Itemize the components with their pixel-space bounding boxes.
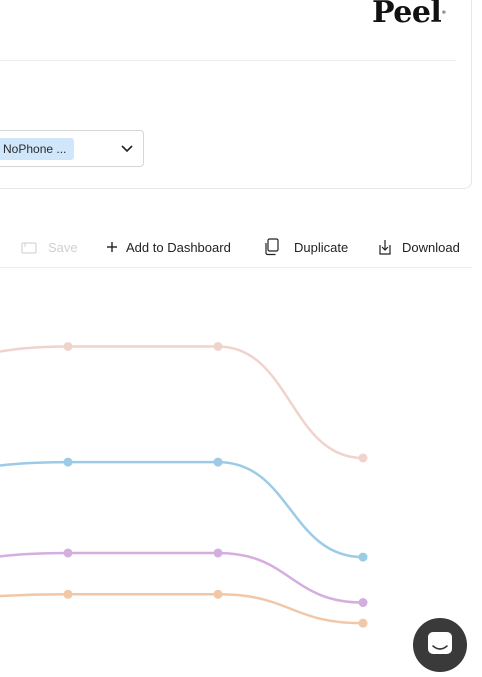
data-point-s2-3[interactable] (213, 457, 223, 467)
toolbar: Save Add to Dashboard Duplicate Download (0, 229, 472, 265)
data-point-s2-2[interactable] (63, 457, 73, 467)
copy-icon (265, 238, 279, 256)
segment-select[interactable]: NoPhone ... (0, 130, 144, 167)
download-label: Download (402, 239, 460, 255)
peel-logo: Peel® (372, 0, 446, 30)
duplicate-button[interactable]: Duplicate (264, 229, 348, 265)
add-to-dashboard-button[interactable]: Add to Dashboard (106, 229, 231, 265)
data-point-s3-3[interactable] (213, 548, 223, 558)
plus-icon (107, 242, 117, 252)
save-label: Save (48, 239, 78, 255)
series-line-4 (0, 593, 365, 625)
download-icon (379, 239, 391, 255)
data-point-s4-4[interactable] (358, 618, 368, 628)
series-line-1 (0, 345, 365, 460)
data-point-s1-4[interactable] (358, 453, 368, 463)
add-to-dashboard-label: Add to Dashboard (126, 239, 231, 255)
save-button[interactable]: Save (20, 229, 78, 265)
data-point-s3-4[interactable] (358, 598, 368, 608)
chat-launcher-button[interactable] (413, 618, 467, 672)
data-point-s2-4[interactable] (358, 552, 368, 562)
selected-chip[interactable]: NoPhone ... (0, 138, 75, 160)
data-point-s1-2[interactable] (63, 341, 73, 351)
chat-icon (428, 632, 452, 654)
data-point-s4-2[interactable] (63, 589, 73, 599)
line-chart (0, 341, 368, 628)
data-point-s3-2[interactable] (63, 548, 73, 558)
download-button[interactable]: Download (377, 229, 460, 265)
save-icon (21, 242, 37, 254)
chevron-down-icon (121, 145, 133, 153)
divider (0, 60, 456, 61)
data-point-s4-3[interactable] (213, 589, 223, 599)
series-line-2 (0, 460, 365, 559)
duplicate-label: Duplicate (294, 239, 349, 255)
data-point-s1-3[interactable] (213, 341, 223, 351)
